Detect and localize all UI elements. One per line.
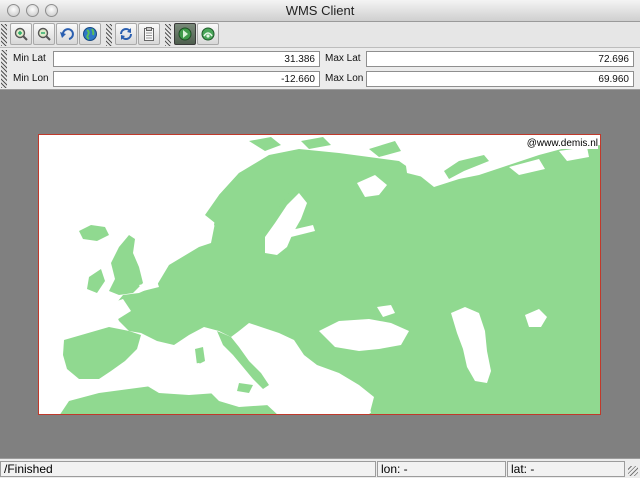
info-tool-button[interactable] xyxy=(197,23,219,45)
map-viewport: @www.demis.nl xyxy=(0,90,640,458)
resize-grip-icon[interactable] xyxy=(628,466,638,476)
status-message: /Finished xyxy=(0,461,376,477)
min-lat-field[interactable]: 31.386 xyxy=(53,51,320,67)
pan-tool-icon xyxy=(178,27,192,41)
max-lat-field[interactable]: 72.696 xyxy=(366,51,634,67)
max-lon-field[interactable]: 69.960 xyxy=(366,71,634,87)
max-lat-label: Max Lat xyxy=(325,53,361,64)
undo-button[interactable] xyxy=(56,23,78,45)
window-title: WMS Client xyxy=(285,3,355,18)
toolbar-grip[interactable] xyxy=(165,24,171,46)
undo-icon xyxy=(60,28,74,40)
max-lon-label: Max Lon xyxy=(325,73,364,84)
panel-grip[interactable] xyxy=(1,50,7,88)
map-canvas[interactable]: @www.demis.nl xyxy=(38,134,601,415)
toolbar-grip[interactable] xyxy=(1,24,7,46)
zoom-out-icon xyxy=(37,27,51,41)
refresh-icon xyxy=(120,28,132,40)
map-credit: @www.demis.nl xyxy=(526,138,598,149)
bounds-panel: Min Lat 31.386 Max Lat 72.696 Min Lon -1… xyxy=(0,48,640,90)
globe-icon xyxy=(83,27,97,41)
status-lon: lon: - xyxy=(377,461,506,477)
pan-tool-button[interactable] xyxy=(174,23,196,45)
min-lat-label: Min Lat xyxy=(13,53,46,64)
min-lon-field[interactable]: -12.660 xyxy=(53,71,320,87)
clipboard-icon xyxy=(144,27,154,41)
title-bar: WMS Client xyxy=(0,0,640,22)
clipboard-button[interactable] xyxy=(138,23,160,45)
toolbar-grip[interactable] xyxy=(106,24,112,46)
zoom-out-button[interactable] xyxy=(33,23,55,45)
toolbar xyxy=(0,22,640,48)
min-lon-label: Min Lon xyxy=(13,73,49,84)
zoom-in-icon xyxy=(14,27,28,41)
status-lat: lat: - xyxy=(507,461,625,477)
europe-map-image xyxy=(60,137,600,414)
status-bar: /Finished lon: - lat: - xyxy=(0,458,640,478)
zoom-in-button[interactable] xyxy=(10,23,32,45)
refresh-button[interactable] xyxy=(115,23,137,45)
info-tool-icon xyxy=(201,27,215,41)
full-extent-button[interactable] xyxy=(79,23,101,45)
